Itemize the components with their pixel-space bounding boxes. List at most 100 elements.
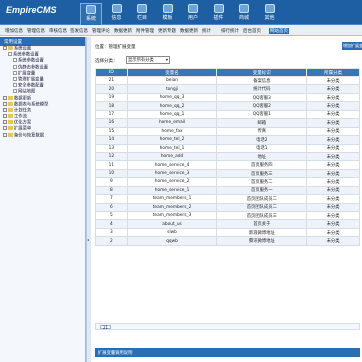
table-row[interactable]: 15 home_fax 传真 未分类 bbox=[95, 126, 360, 137]
table-cell[interactable]: home_service_4 bbox=[126, 160, 218, 170]
sidebar-splitter[interactable]: ◂ bbox=[86, 37, 91, 362]
subnav-item-11[interactable]: 后台首页 bbox=[243, 28, 261, 34]
table-row[interactable]: 19 home_qq_3 QQ客服3 未分类 bbox=[95, 92, 360, 103]
table-cell[interactable]: home_qq_1 bbox=[126, 109, 218, 120]
table-cell[interactable]: home_tel_1 bbox=[126, 143, 218, 153]
subnav-item-7[interactable]: 更新专题 bbox=[158, 28, 176, 34]
table-cell[interactable]: home_qq_3 bbox=[126, 92, 218, 103]
table-cell: 备案信息 bbox=[216, 75, 308, 86]
top-header: EmpireCMS 系统 信息 栏目 模板 用户 插件 商城 其他 bbox=[0, 0, 362, 25]
topnav-item-0[interactable]: 系统 bbox=[80, 3, 102, 25]
table-cell[interactable]: about_us bbox=[126, 219, 218, 229]
table-cell: 未分类 bbox=[306, 168, 360, 179]
expand-icon[interactable] bbox=[3, 46, 7, 50]
table-row[interactable]: 11 home_service_4 首页服务四 未分类 bbox=[95, 160, 360, 170]
add-variable-button[interactable]: 增加扩展变量 bbox=[342, 42, 362, 56]
table-cell: 未分类 bbox=[306, 75, 360, 86]
table-row[interactable]: 20 tongji 统计代码 未分类 bbox=[95, 84, 360, 94]
table-row[interactable]: 21 beian 备案信息 未分类 bbox=[95, 75, 360, 86]
table-row[interactable]: 13 home_tel_1 电话1 未分类 bbox=[95, 143, 360, 153]
subnav-item-8[interactable]: 数据更新 bbox=[180, 28, 198, 34]
topnav-item-4[interactable]: 用户 bbox=[182, 3, 204, 25]
table-cell: 未分类 bbox=[306, 177, 360, 187]
table-row[interactable]: 6 team_members_2 首页团队成员二 未分类 bbox=[95, 202, 360, 213]
table-cell[interactable]: home_add bbox=[126, 151, 218, 162]
expand-icon[interactable] bbox=[3, 126, 7, 131]
topnav-item-6[interactable]: 商城 bbox=[233, 3, 255, 25]
table-row[interactable]: 3 slwb 新浪微博地址 未分类 bbox=[95, 227, 360, 238]
subnav-item-10[interactable]: 排行统计 bbox=[221, 28, 239, 34]
table-cell[interactable]: home_tel_2 bbox=[126, 135, 218, 145]
topnav-item-1[interactable]: 信息 bbox=[106, 3, 128, 25]
collapse-arrow-icon[interactable]: ◂ bbox=[87, 237, 89, 242]
subnav-item-6[interactable]: 附件管理 bbox=[136, 28, 154, 34]
table-cell: 21 bbox=[95, 75, 128, 86]
subnav-item-1[interactable]: 管理信息 bbox=[27, 28, 45, 34]
table-cell: 传真 bbox=[216, 126, 308, 137]
table-row[interactable]: 16 home_email 邮箱 未分类 bbox=[95, 118, 360, 128]
subnav-item-5[interactable]: 数据更新 bbox=[114, 28, 132, 34]
page-icon bbox=[13, 76, 17, 81]
subnav-item-9[interactable]: 统计 bbox=[202, 28, 211, 34]
table-cell: 首页服务三 bbox=[216, 168, 308, 179]
table-cell[interactable]: home_email bbox=[126, 118, 218, 128]
table-cell[interactable]: qqwb bbox=[126, 236, 218, 246]
table-row[interactable]: 9 home_service_2 首页服务二 未分类 bbox=[95, 177, 360, 187]
table-row[interactable]: 10 home_service_3 首页服务三 未分类 bbox=[95, 168, 360, 179]
topnav-item-2[interactable]: 栏目 bbox=[131, 3, 153, 25]
table-row[interactable]: 2 qqwb 腾讯微博地址 未分类 bbox=[95, 236, 360, 246]
table-row[interactable]: 5 team_members_3 首页团队成员三 未分类 bbox=[95, 210, 360, 221]
tree-item[interactable]: 备份与恢复数据 bbox=[0, 132, 85, 139]
tree-label: 扩展菜单 bbox=[14, 126, 32, 132]
table-cell[interactable]: slwb bbox=[126, 227, 218, 238]
table-row[interactable]: 4 about_us 首页关于 未分类 bbox=[95, 219, 360, 229]
table-cell: 地址 bbox=[216, 151, 308, 162]
table-cell[interactable]: beian bbox=[126, 75, 218, 86]
nav-icon bbox=[213, 4, 224, 13]
topnav-label: 栏目 bbox=[136, 15, 147, 21]
table-cell: 8 bbox=[95, 185, 128, 196]
subnav-item-12[interactable]: 网站首页 bbox=[269, 28, 289, 34]
table-cell: 未分类 bbox=[306, 109, 360, 120]
topnav-label: 插件 bbox=[213, 15, 224, 21]
table-cell[interactable]: home_service_3 bbox=[126, 168, 218, 179]
subnav-item-4[interactable]: 管理评论 bbox=[92, 28, 110, 34]
table-cell[interactable]: tongji bbox=[126, 84, 218, 94]
table-cell[interactable]: team_members_1 bbox=[126, 194, 218, 204]
expand-icon[interactable] bbox=[3, 107, 7, 112]
table-row[interactable]: 18 home_qq_2 QQ客服2 未分类 bbox=[95, 101, 360, 111]
subnav-item-0[interactable]: 增加信息 bbox=[5, 28, 23, 34]
table-cell[interactable]: home_qq_2 bbox=[126, 101, 218, 111]
expand-icon[interactable] bbox=[3, 95, 7, 100]
table-row[interactable]: 12 home_add 地址 未分类 bbox=[95, 151, 360, 162]
table-row[interactable]: 14 home_tel_2 电话2 未分类 bbox=[95, 135, 360, 145]
expand-icon[interactable] bbox=[3, 114, 7, 119]
table-row[interactable]: 8 home_service_1 首页服务一 未分类 bbox=[95, 185, 360, 196]
table-cell[interactable]: team_members_3 bbox=[126, 210, 218, 221]
subnav-item-3[interactable]: 签发信息 bbox=[70, 28, 88, 34]
expand-icon[interactable] bbox=[3, 120, 7, 125]
topnav-item-5[interactable]: 插件 bbox=[208, 3, 230, 25]
table-cell: 4 bbox=[95, 219, 128, 229]
table-cell[interactable]: home_service_1 bbox=[126, 185, 218, 196]
expand-icon[interactable] bbox=[3, 132, 7, 137]
table-cell[interactable]: home_fax bbox=[126, 126, 218, 137]
topnav-label: 系统 bbox=[85, 16, 96, 22]
table-cell[interactable]: team_members_2 bbox=[126, 202, 218, 213]
subnav-item-2[interactable]: 审核信息 bbox=[49, 28, 67, 34]
expand-icon[interactable] bbox=[3, 101, 7, 106]
table-row[interactable]: 17 home_qq_1 QQ客服1 未分类 bbox=[95, 109, 360, 120]
page-count[interactable]: 21 bbox=[100, 325, 111, 330]
tree-label: 扩展变量 bbox=[18, 71, 36, 77]
table-row[interactable]: 7 team_members_1 首页团队成员二 未分类 bbox=[95, 194, 360, 204]
table-cell: 未分类 bbox=[306, 143, 360, 153]
category-select[interactable]: 显示所有分类 bbox=[126, 56, 170, 64]
table-cell[interactable]: home_service_2 bbox=[126, 177, 218, 187]
page-icon bbox=[13, 83, 17, 88]
topnav-item-7[interactable]: 其他 bbox=[259, 3, 281, 25]
table-cell: 电话1 bbox=[216, 143, 308, 153]
sub-navigation: 增加信息 管理信息 审核信息 签发信息 管理评论 数据更新 附件管理 更新专题 数据更新 统计 排行… bbox=[0, 25, 362, 36]
column-header: 变量名 bbox=[126, 68, 218, 77]
topnav-item-3[interactable]: 模板 bbox=[157, 3, 179, 25]
table-cell: 未分类 bbox=[306, 194, 360, 204]
